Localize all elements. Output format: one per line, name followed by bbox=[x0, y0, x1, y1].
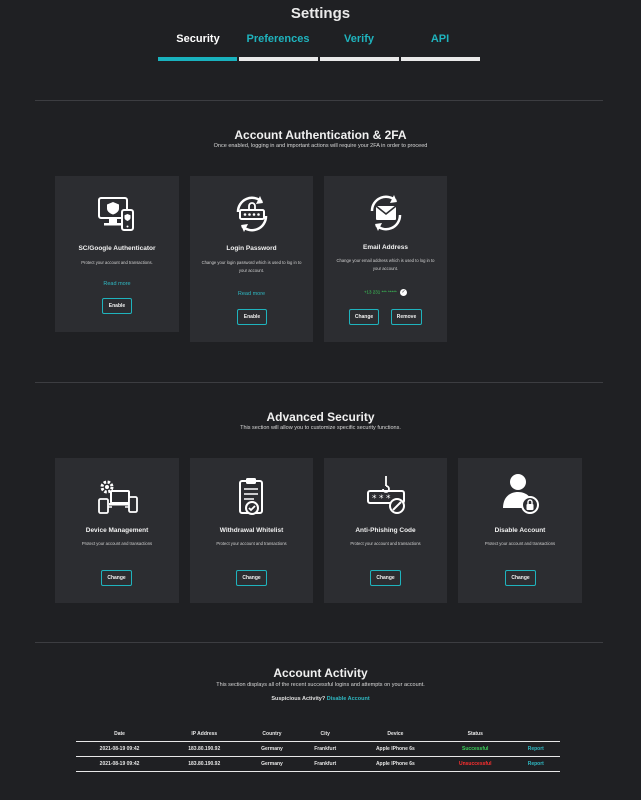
authenticator-card: SC/Google Authenticator Protect your acc… bbox=[55, 176, 179, 332]
withdrawal-whitelist-icon bbox=[190, 475, 313, 519]
column-header: Country bbox=[262, 730, 282, 737]
status-cell: Unsuccessful bbox=[438, 755, 512, 772]
page-title: Settings bbox=[290, 5, 351, 22]
country-cell: Germany bbox=[245, 755, 299, 772]
column-header bbox=[512, 727, 560, 741]
divider bbox=[35, 642, 603, 643]
tab-security[interactable]: Security bbox=[158, 33, 238, 45]
tab-preferences[interactable]: Preferences bbox=[238, 33, 318, 45]
card-description: Protect your account and transactions. bbox=[81, 260, 153, 265]
tab-verify[interactable]: Verify bbox=[319, 33, 399, 45]
enable-authenticator-button[interactable]: Enable bbox=[102, 298, 132, 314]
table-header: Date IP Address Country City Device Stat… bbox=[76, 727, 560, 741]
enable-login-password-button[interactable]: Enable bbox=[237, 309, 267, 325]
device-management-icon bbox=[55, 475, 179, 519]
email-address-card: Email Address Change your email address … bbox=[324, 176, 447, 342]
table-row: 2021-08-19 09:42 183.80.190.92 Germany F… bbox=[76, 740, 560, 756]
device-management-card: Device Management Protect your account a… bbox=[55, 458, 179, 603]
disable-account-link[interactable]: Disable Account bbox=[327, 696, 370, 702]
column-header: City bbox=[320, 730, 330, 737]
activity-section-subtitle: This section displays all of the recent … bbox=[216, 682, 425, 688]
column-header: Date bbox=[114, 730, 125, 737]
city-cell: Frankfurt bbox=[298, 755, 352, 772]
card-title: Withdrawal Whitelist bbox=[219, 527, 284, 534]
advanced-section-title: Advanced Security bbox=[266, 410, 375, 424]
report-link[interactable]: Report bbox=[511, 740, 560, 756]
svg-text:*: * bbox=[372, 494, 377, 504]
column-header: Status bbox=[467, 730, 483, 737]
card-title: SC/Google Authenticator bbox=[78, 245, 156, 252]
divider bbox=[35, 382, 603, 383]
login-password-card: Login Password Change your login passwor… bbox=[190, 176, 313, 342]
card-description: Protect your account and transactions bbox=[81, 541, 153, 546]
date-cell: 2021-08-19 09:42 bbox=[76, 755, 164, 772]
auth-section-subtitle: Once enabled, logging in and important a… bbox=[213, 143, 428, 149]
auth-section-title: Account Authentication & 2FA bbox=[234, 128, 407, 142]
card-title: Email Address bbox=[363, 244, 408, 251]
disable-account-icon bbox=[458, 470, 582, 514]
anti-phishing-icon: * * * bbox=[324, 473, 447, 517]
anti-phishing-card: * * * Anti-Phishing Code Protect your ac… bbox=[324, 458, 447, 603]
change-email-button[interactable]: Change bbox=[349, 309, 379, 325]
read-more-link[interactable]: Read more bbox=[55, 281, 179, 287]
advanced-section-subtitle: This section will allow you to customize… bbox=[240, 425, 401, 431]
status-cell: Successful bbox=[438, 740, 512, 756]
city-cell: Frankfurt bbox=[298, 740, 352, 756]
card-description: Change your login password which is used… bbox=[201, 260, 302, 273]
card-title: Device Management bbox=[85, 527, 149, 534]
column-header: Device bbox=[387, 730, 404, 737]
table-row: 2021-08-19 09:42 183.80.190.92 Germany F… bbox=[76, 755, 560, 772]
email-sync-icon bbox=[324, 191, 447, 235]
country-cell: Germany bbox=[245, 740, 299, 756]
card-title: Disable Account bbox=[494, 527, 546, 534]
ip-cell: 183.80.190.92 bbox=[163, 740, 246, 756]
suspicious-activity-row: Suspicious Activity? Disable Account bbox=[0, 696, 641, 702]
verified-check-icon: ✓ bbox=[400, 289, 408, 296]
card-description: Change your email address which is used … bbox=[336, 258, 435, 271]
authenticator-devices-icon bbox=[55, 193, 179, 237]
change-device-management-button[interactable]: Change bbox=[101, 570, 132, 586]
remove-email-button[interactable]: Remove bbox=[391, 309, 422, 325]
card-description: Protect your account and transactions bbox=[216, 541, 287, 546]
device-cell: Apple IPhone 6s bbox=[351, 740, 439, 756]
date-cell: 2021-08-19 09:42 bbox=[76, 740, 164, 756]
change-withdrawal-whitelist-button[interactable]: Change bbox=[236, 570, 267, 586]
verified-phone-row: +13 231 *** ***** ✓ bbox=[324, 289, 447, 296]
read-more-link[interactable]: Read more bbox=[190, 291, 313, 297]
tab-indicator-security bbox=[158, 57, 237, 61]
tab-indicator-api bbox=[401, 57, 480, 61]
withdrawal-whitelist-card: Withdrawal Whitelist Protect your accoun… bbox=[190, 458, 313, 603]
tab-api[interactable]: API bbox=[400, 33, 480, 45]
suspicious-activity-label: Suspicious Activity? bbox=[271, 696, 326, 702]
change-anti-phishing-button[interactable]: Change bbox=[370, 570, 401, 586]
activity-section-title: Account Activity bbox=[273, 666, 368, 680]
tab-indicator-verify bbox=[320, 57, 399, 61]
svg-text:*: * bbox=[379, 494, 384, 504]
change-disable-account-button[interactable]: Change bbox=[505, 570, 536, 586]
activity-table: Date IP Address Country City Device Stat… bbox=[76, 727, 560, 772]
card-description: Protect your account and transactions bbox=[350, 541, 421, 546]
phone-number: +13 231 *** ***** bbox=[363, 289, 397, 295]
ip-cell: 183.80.190.92 bbox=[163, 755, 246, 772]
card-description: Protect your account and transactions bbox=[484, 541, 556, 546]
card-title: Anti-Phishing Code bbox=[355, 527, 416, 534]
device-cell: Apple IPhone 6s bbox=[351, 755, 439, 772]
card-title: Login Password bbox=[226, 245, 277, 252]
column-header: IP Address bbox=[191, 730, 218, 737]
divider bbox=[35, 100, 603, 101]
login-password-icon bbox=[190, 192, 313, 236]
tab-indicator-preferences bbox=[239, 57, 318, 61]
disable-account-card: Disable Account Protect your account and… bbox=[458, 458, 582, 603]
settings-tabs: Security Preferences Verify API bbox=[158, 33, 480, 63]
report-link[interactable]: Report bbox=[511, 755, 560, 772]
